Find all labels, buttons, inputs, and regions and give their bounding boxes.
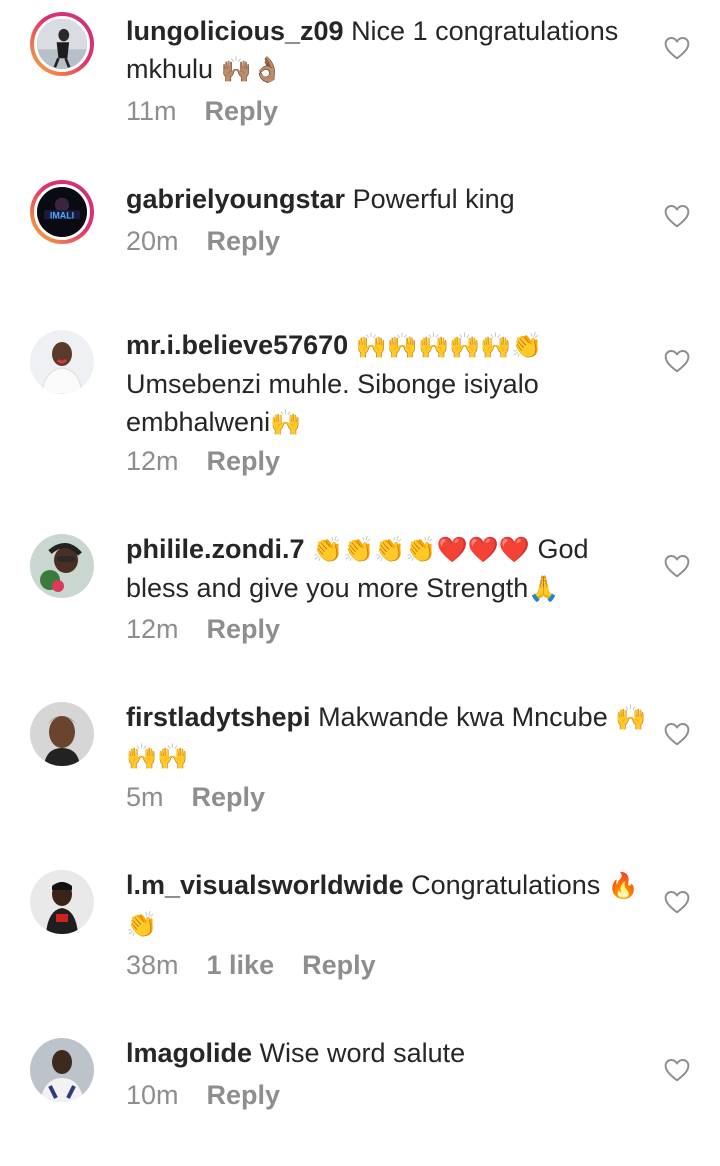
comment-item: lmagolide Wise word salute 10m Reply	[0, 1032, 720, 1152]
comment-body: Congratulations	[411, 870, 601, 900]
timestamp: 38m	[126, 950, 179, 980]
reply-button[interactable]: Reply	[207, 614, 281, 644]
reply-button[interactable]: Reply	[207, 1080, 281, 1110]
reply-button[interactable]: Reply	[207, 446, 281, 476]
comment-body: Powerful king	[352, 184, 515, 214]
avatar[interactable]	[30, 702, 94, 766]
reply-button[interactable]: Reply	[207, 226, 281, 256]
comment-emoji: 🙏	[528, 574, 560, 603]
comment-emoji: 🙌	[270, 408, 302, 437]
comment-body: Wise word salute	[259, 1038, 466, 1068]
comment-text: l.m_visualsworldwide Congratulations 🔥👏	[126, 866, 656, 944]
comment-meta: 5m Reply	[126, 782, 293, 813]
avatar[interactable]	[30, 534, 94, 598]
comment-item: l.m_visualsworldwide Congratulations 🔥👏 …	[0, 864, 720, 1012]
comment-text: gabrielyoungstar Powerful king	[126, 180, 656, 219]
comment-emoji-lead: 👏👏👏👏❤️❤️❤️	[312, 535, 530, 564]
heart-outline-icon[interactable]	[664, 890, 690, 914]
timestamp: 20m	[126, 226, 179, 256]
comment-text: lmagolide Wise word salute	[126, 1034, 656, 1073]
comment-text: mr.i.believe57670 🙌🙌🙌🙌🙌👏 Umsebenzi muhle…	[126, 326, 656, 442]
comment-text: philile.zondi.7 👏👏👏👏❤️❤️❤️ God bless and…	[126, 530, 656, 608]
heart-outline-icon[interactable]	[664, 349, 690, 373]
username[interactable]: l.m_visualsworldwide	[126, 870, 404, 900]
comment-item: mr.i.believe57670 🙌🙌🙌🙌🙌👏 Umsebenzi muhle…	[0, 322, 720, 508]
comment-emoji: 🙌🏽👌🏽	[220, 55, 283, 84]
avatar[interactable]	[30, 1038, 94, 1102]
avatar[interactable]	[30, 12, 94, 76]
comment-item: IMALI gabrielyoungstar Powerful king 20m…	[0, 168, 720, 308]
avatar[interactable]: IMALI	[30, 180, 94, 244]
heart-outline-icon[interactable]	[664, 36, 690, 60]
comment-body: Makwande kwa Mncube	[318, 702, 608, 732]
comment-item: lungolicious_z09 Nice 1 congratulations …	[0, 0, 720, 168]
username[interactable]: firstladytshepi	[126, 702, 311, 732]
like-count[interactable]: 1 like	[207, 950, 275, 980]
comment-meta: 12m Reply	[126, 446, 308, 477]
reply-button[interactable]: Reply	[192, 782, 266, 812]
heart-outline-icon[interactable]	[664, 204, 690, 228]
comment-meta: 11m Reply	[126, 96, 306, 127]
comment-text: lungolicious_z09 Nice 1 congratulations …	[126, 12, 656, 89]
comment-body: Umsebenzi muhle. Sibonge isiyalo embhalw…	[126, 369, 539, 437]
comment-meta: 12m Reply	[126, 614, 308, 645]
comment-item: philile.zondi.7 👏👏👏👏❤️❤️❤️ God bless and…	[0, 528, 720, 676]
heart-outline-icon[interactable]	[664, 1058, 690, 1082]
heart-outline-icon[interactable]	[664, 722, 690, 746]
svg-text:IMALI: IMALI	[50, 210, 74, 220]
comment-meta: 20m Reply	[126, 226, 308, 257]
avatar[interactable]	[30, 330, 94, 394]
comment-meta: 38m 1 like Reply	[126, 950, 404, 981]
comment-meta: 10m Reply	[126, 1080, 308, 1111]
comment-item: firstladytshepi Makwande kwa Mncube 🙌🙌🙌 …	[0, 696, 720, 844]
reply-button[interactable]: Reply	[302, 950, 376, 980]
username[interactable]: gabrielyoungstar	[126, 184, 345, 214]
username[interactable]: philile.zondi.7	[126, 534, 305, 564]
timestamp: 11m	[126, 96, 177, 126]
avatar[interactable]	[30, 870, 94, 934]
heart-outline-icon[interactable]	[664, 554, 690, 578]
username[interactable]: lmagolide	[126, 1038, 252, 1068]
timestamp: 5m	[126, 782, 164, 812]
comment-emoji-lead: 🙌🙌🙌🙌🙌👏	[355, 331, 543, 360]
timestamp: 12m	[126, 446, 179, 476]
comment-text: firstladytshepi Makwande kwa Mncube 🙌🙌🙌	[126, 698, 656, 776]
timestamp: 12m	[126, 614, 179, 644]
username[interactable]: lungolicious_z09	[126, 16, 344, 46]
timestamp: 10m	[126, 1080, 179, 1110]
reply-button[interactable]: Reply	[205, 96, 279, 126]
username[interactable]: mr.i.believe57670	[126, 330, 348, 360]
